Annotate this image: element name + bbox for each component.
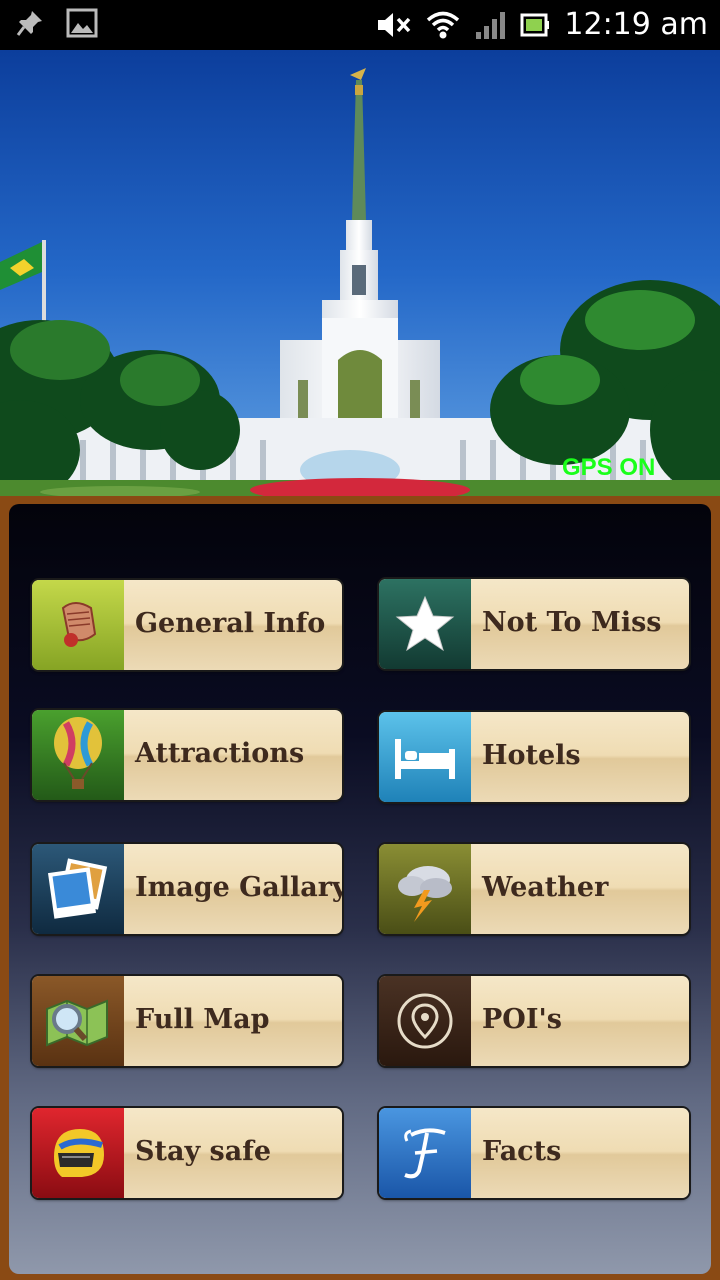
- not-to-miss-button[interactable]: Not To Miss: [379, 579, 689, 669]
- attractions-label: Attractions: [135, 738, 305, 769]
- clock: 12:19 am: [564, 7, 708, 42]
- letter-f-icon: [379, 1108, 471, 1198]
- hotels-button[interactable]: Hotels: [379, 712, 689, 802]
- stay-safe-button[interactable]: Stay safe: [32, 1108, 342, 1198]
- image-notification-icon: [66, 8, 98, 38]
- star-icon: [379, 579, 471, 669]
- mute-icon: [378, 13, 411, 37]
- pois-label: POI's: [482, 1004, 562, 1035]
- full-map-button[interactable]: Full Map: [32, 976, 342, 1066]
- hot-air-balloon-icon: [32, 710, 124, 800]
- temple-photo: [0, 50, 720, 498]
- wifi-icon: [427, 11, 460, 39]
- helmet-icon: [32, 1108, 124, 1198]
- gps-status: GPS ON: [562, 454, 656, 481]
- general-info-label: General Info: [135, 608, 326, 639]
- not-to-miss-label: Not To Miss: [482, 607, 662, 638]
- facts-label: Facts: [482, 1136, 562, 1167]
- stay-safe-label: Stay safe: [135, 1136, 272, 1167]
- status-bar: 12:19 am: [0, 0, 720, 50]
- menu-panel: General Info Not To Miss Attractions Hot…: [0, 496, 720, 1280]
- pin-notification-icon: [16, 11, 42, 36]
- battery-icon: [520, 13, 550, 37]
- full-map-label: Full Map: [135, 1004, 270, 1035]
- attractions-button[interactable]: Attractions: [32, 710, 342, 800]
- map-icon: [32, 976, 124, 1066]
- pois-button[interactable]: POI's: [379, 976, 689, 1066]
- general-info-button[interactable]: General Info: [32, 580, 342, 670]
- weather-button[interactable]: Weather: [379, 844, 689, 934]
- location-pin-icon: [379, 976, 471, 1066]
- scroll-icon: [32, 580, 124, 670]
- image-gallary-label: Image Gallary: [135, 872, 342, 903]
- image-gallary-button[interactable]: Image Gallary: [32, 844, 342, 934]
- menu-panel-inner: General Info Not To Miss Attractions Hot…: [9, 504, 711, 1274]
- weather-label: Weather: [482, 872, 609, 903]
- facts-button[interactable]: Facts: [379, 1108, 689, 1198]
- photos-icon: [32, 844, 124, 934]
- storm-cloud-icon: [379, 844, 471, 934]
- bed-icon: [379, 712, 471, 802]
- signal-icon: [476, 12, 506, 39]
- hotels-label: Hotels: [482, 740, 581, 771]
